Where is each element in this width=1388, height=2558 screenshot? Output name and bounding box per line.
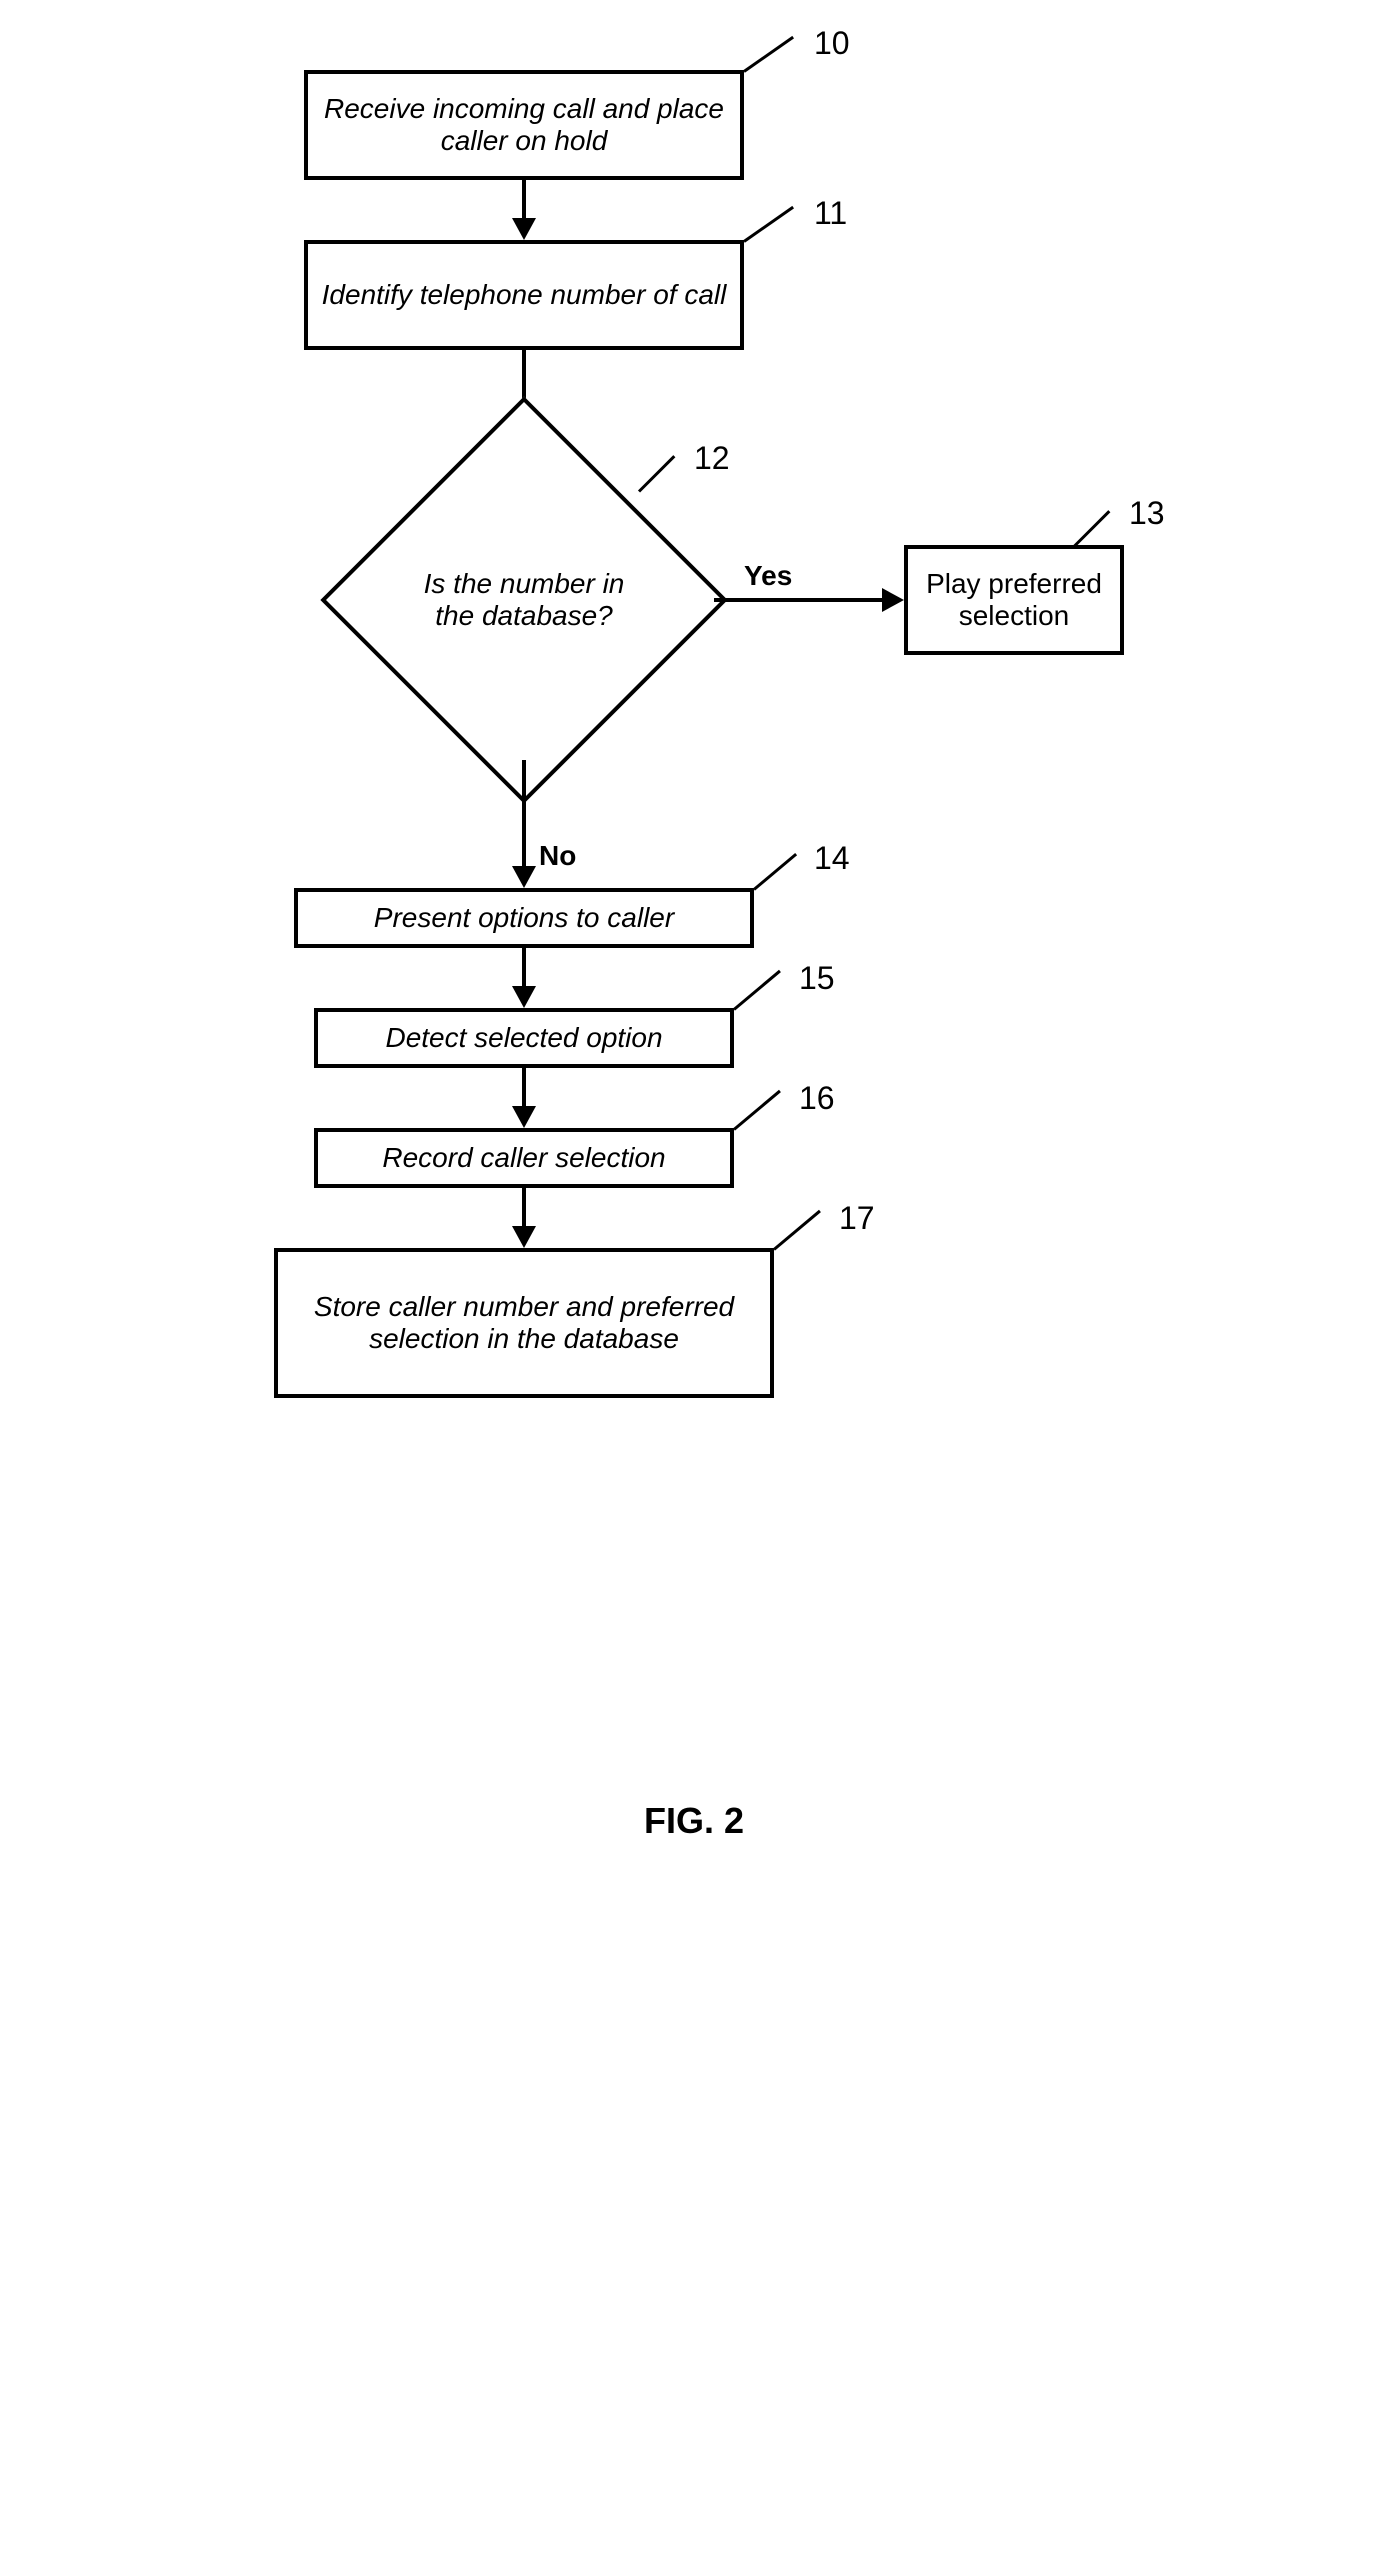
ref-line-10	[743, 36, 794, 73]
ref-label-15: 15	[799, 960, 835, 997]
ref-label-14: 14	[814, 840, 850, 877]
arrow-16-17	[522, 1188, 526, 1228]
ref-line-17	[773, 1210, 821, 1251]
arrow-12-14	[522, 760, 526, 868]
figure-label: FIG. 2	[40, 1800, 1348, 1842]
process-box-15-text: Detect selected option	[385, 1022, 662, 1054]
edge-label-no: No	[539, 840, 576, 872]
ref-label-16: 16	[799, 1080, 835, 1117]
ref-line-11	[743, 206, 794, 243]
ref-line-15	[733, 970, 781, 1011]
process-box-13-text: Play preferred selection	[916, 568, 1112, 632]
process-box-17-text: Store caller number and preferred select…	[286, 1291, 762, 1355]
process-box-13: Play preferred selection	[904, 545, 1124, 655]
arrow-10-11	[522, 180, 526, 220]
ref-line-14	[753, 853, 797, 891]
arrow-15-16	[522, 1068, 526, 1108]
process-box-17: Store caller number and preferred select…	[274, 1248, 774, 1398]
process-box-11: Identify telephone number of call	[304, 240, 744, 350]
ref-label-12: 12	[694, 440, 730, 477]
ref-label-10: 10	[814, 25, 850, 62]
process-box-10: Receive incoming call and place caller o…	[304, 70, 744, 180]
arrow-head-16-17	[512, 1226, 536, 1248]
arrow-head-14-15	[512, 986, 536, 1008]
ref-line-16	[733, 1090, 781, 1131]
process-box-10-text: Receive incoming call and place caller o…	[316, 93, 732, 157]
arrow-14-15	[522, 948, 526, 988]
ref-label-11: 11	[814, 195, 847, 232]
arrow-head-12-14	[512, 866, 536, 888]
flowchart-container: Receive incoming call and place caller o…	[244, 40, 1144, 1740]
process-box-14-text: Present options to caller	[374, 902, 674, 934]
ref-label-17: 17	[839, 1200, 875, 1237]
process-box-16-text: Record caller selection	[382, 1142, 665, 1174]
process-box-15: Detect selected option	[314, 1008, 734, 1068]
edge-label-yes: Yes	[744, 560, 792, 592]
ref-label-13: 13	[1129, 495, 1165, 532]
arrow-12-13	[714, 598, 884, 602]
process-box-11-text: Identify telephone number of call	[322, 279, 727, 311]
process-box-14: Present options to caller	[294, 888, 754, 948]
decision-text-12: Is the number in the database?	[414, 568, 634, 632]
decision-diamond-12: Is the number in the database?	[334, 440, 714, 760]
arrow-head-15-16	[512, 1106, 536, 1128]
ref-line-13	[1073, 510, 1110, 547]
arrow-head-10-11	[512, 218, 536, 240]
arrow-head-12-13	[882, 588, 904, 612]
process-box-16: Record caller selection	[314, 1128, 734, 1188]
